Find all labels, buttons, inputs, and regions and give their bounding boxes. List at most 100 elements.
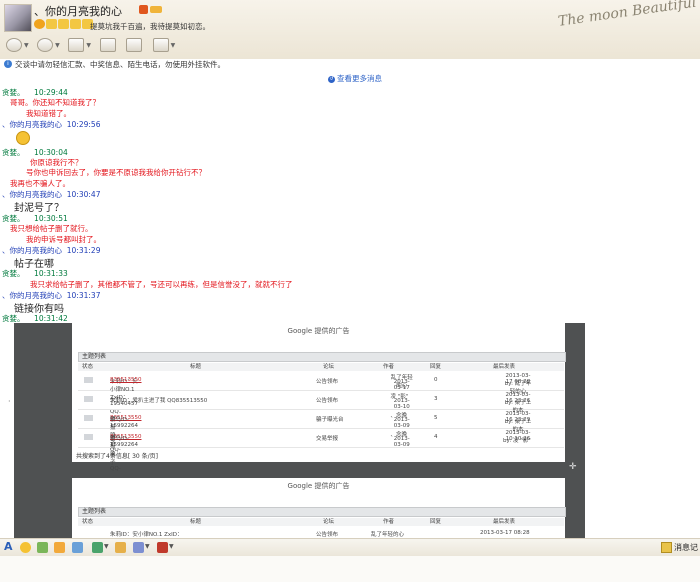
sender-name: 贪婪。 bbox=[2, 148, 25, 157]
thread-forum: 公告领布 bbox=[316, 379, 339, 385]
message-time: 10:29:44 bbox=[34, 88, 68, 97]
chevron-down-icon[interactable]: ▼ bbox=[169, 543, 180, 554]
image-icon[interactable] bbox=[92, 542, 103, 553]
level-icon bbox=[70, 19, 81, 29]
message-time: 10:31:42 bbox=[34, 314, 68, 323]
sender-name: 、你的月亮我的心 bbox=[2, 120, 62, 129]
bullet-marker: · bbox=[8, 397, 11, 406]
chevron-down-icon[interactable]: ▼ bbox=[104, 543, 115, 554]
message-text: 我只想给帖子删了就行。 bbox=[10, 224, 93, 233]
thread-title: 朱莉ID：安小律NO.1 ZxID： bbox=[110, 532, 183, 538]
col-replies: 回复 bbox=[430, 519, 442, 525]
thread-replies: 4 bbox=[434, 434, 438, 440]
screenshot-icon[interactable] bbox=[72, 542, 83, 553]
contact-avatar[interactable] bbox=[4, 4, 32, 32]
thread-author: 乱了年轻的心 bbox=[371, 532, 405, 538]
table-row: 朱莉ID：安小律NO.1 ZxID：19540457 QQ： 835513550 … bbox=[78, 372, 564, 415]
voice-call-icon[interactable] bbox=[37, 38, 54, 52]
table-title: 主题列表 bbox=[78, 352, 566, 362]
thread-last-post: 2013-03-16 23:26 by: 桌子上的本 bbox=[504, 392, 532, 414]
message-text: 号你也申诉回去了，你要是不原谅我我给你开钻行不？ bbox=[26, 168, 206, 177]
expand-image-icon[interactable]: ✛ bbox=[569, 462, 577, 472]
emoji-message bbox=[16, 131, 30, 147]
forum-panel: Google 提供的广告 主题列表 状态 标题 论坛 作者 回复 最后发表 朱莉… bbox=[72, 323, 566, 472]
chevron-down-icon[interactable]: ▼ bbox=[55, 42, 60, 49]
col-author: 作者 bbox=[383, 519, 395, 525]
thread-forum: 公告领布 bbox=[316, 398, 339, 404]
thread-forum: 公告领布 bbox=[316, 532, 339, 538]
font-icon[interactable]: A bbox=[4, 540, 15, 553]
gift-icon[interactable] bbox=[115, 542, 126, 553]
message-time: 10:31:37 bbox=[66, 291, 101, 300]
thread-link: 835513550 bbox=[110, 377, 142, 383]
ad-label: Google 提供的广告 bbox=[287, 482, 350, 490]
thread-author: 、念晚 2013-03-09 bbox=[390, 432, 410, 448]
table-header: 状态 标题 论坛 作者 回复 最后发表 bbox=[78, 518, 564, 526]
chevron-down-icon[interactable]: ▼ bbox=[145, 543, 156, 554]
chevron-down-icon[interactable]: ▼ bbox=[24, 42, 29, 49]
security-notice: i 交谈中请勿轻信汇款、中奖信息、陌生电话，勿使用外挂软件。 bbox=[0, 59, 700, 70]
level-icons bbox=[34, 19, 94, 31]
user-status-icon bbox=[139, 5, 148, 14]
info-icon: i bbox=[4, 60, 12, 68]
file-transfer-icon[interactable] bbox=[68, 38, 85, 52]
message-input-area[interactable] bbox=[0, 556, 700, 582]
thread-icon bbox=[84, 396, 93, 402]
thread-icon bbox=[84, 434, 93, 440]
contact-nickname: 、你的月亮我的心 bbox=[34, 5, 122, 18]
table-header: 状态 标题 论坛 作者 回复 最后发表 bbox=[78, 363, 564, 371]
sender-name: 贪婪。 bbox=[2, 314, 25, 323]
chevron-down-icon[interactable]: ▼ bbox=[171, 42, 176, 49]
ad-label: Google 提供的广告 bbox=[287, 327, 350, 335]
col-author: 作者 bbox=[383, 364, 395, 370]
col-status: 状态 bbox=[82, 519, 94, 525]
smiley-emoji-icon bbox=[16, 131, 30, 145]
sender-name: 、你的月亮我的心 bbox=[2, 190, 62, 199]
message-time: 10:30:04 bbox=[34, 148, 68, 157]
emoji-icon[interactable] bbox=[20, 542, 31, 553]
nudge-icon[interactable] bbox=[54, 542, 65, 553]
message-history-label: 消息记 bbox=[674, 543, 698, 552]
music-icon[interactable] bbox=[133, 542, 144, 553]
message-history-button[interactable]: 消息记 bbox=[661, 542, 698, 553]
thread-icon bbox=[84, 415, 93, 421]
notice-text: 交谈中请勿轻信汇款、中奖信息、陌生电话，勿使用外挂软件。 bbox=[15, 60, 225, 69]
thread-replies: 5 bbox=[434, 415, 438, 421]
chat-toolbar: ▼ ▼ ▼ ▼ bbox=[0, 38, 175, 54]
message-text: 我只求给帖子删了，其他都不管了，号还可以再练，但是信誉没了，就就不行了 bbox=[30, 280, 293, 289]
video-call-icon[interactable] bbox=[6, 38, 22, 52]
col-replies: 回复 bbox=[430, 364, 442, 370]
col-status: 状态 bbox=[82, 364, 94, 370]
table-row: 举报骗子QQ- 835513550 骗岛ID-15992264 交易举报 、念晚 2… bbox=[78, 429, 564, 472]
thread-last-post: 2013-03-17 08:28 bbox=[480, 530, 530, 536]
chevron-down-icon[interactable]: ▼ bbox=[86, 42, 91, 49]
view-more-messages-link[interactable]: ↺ 查看更多消息 bbox=[328, 73, 382, 84]
embedded-screenshot-image[interactable]: Google 提供的广告 主题列表 状态 标题 论坛 作者 回复 最后发表 朱莉… bbox=[14, 323, 585, 538]
clock-icon: ↺ bbox=[328, 75, 335, 83]
message-header: 贪婪。 10:31:33 bbox=[2, 268, 68, 279]
thread-author: 凌 "影" 2013-03-10 bbox=[390, 394, 410, 410]
app-plugin-icon[interactable] bbox=[157, 542, 168, 553]
message-time: 10:29:56 bbox=[66, 120, 101, 129]
col-title: 标题 bbox=[190, 519, 202, 525]
thread-forum: 交易举报 bbox=[316, 436, 339, 442]
sender-name: 贪婪。 bbox=[2, 269, 25, 278]
table-title: 主题列表 bbox=[78, 507, 566, 517]
level-icon bbox=[58, 19, 69, 29]
sender-name: 、你的月亮我的心 bbox=[2, 246, 62, 255]
view-more-label: 查看更多消息 bbox=[337, 74, 382, 83]
message-time: 10:30:47 bbox=[66, 190, 101, 199]
message-text: 封泥号了？ bbox=[14, 203, 64, 214]
thread-author: 、念晚 2013-03-09 bbox=[390, 413, 410, 429]
table-row: 朱莉ID：爱扒主进了我 QQ835513550 公告领布 凌 "影" 2013-0… bbox=[78, 391, 564, 414]
app-icon[interactable] bbox=[152, 38, 169, 52]
magic-emoji-icon[interactable] bbox=[37, 542, 48, 553]
col-title: 标题 bbox=[190, 364, 202, 370]
thread-title-suffix: 骗岛ID-15992264 bbox=[110, 417, 138, 429]
share-screen-icon[interactable] bbox=[126, 38, 143, 52]
remote-assist-icon[interactable] bbox=[99, 38, 116, 52]
message-text: 我知道错了。 bbox=[26, 109, 71, 118]
thread-author: 乱了年轻的心 2013-03-17 bbox=[390, 375, 413, 391]
thread-last-post: 2013-03-17 08:28 by: 乱了年轻的心 bbox=[504, 373, 532, 395]
search-result-count: 共搜索到了4条信息[ 30 条/页] bbox=[76, 453, 158, 460]
